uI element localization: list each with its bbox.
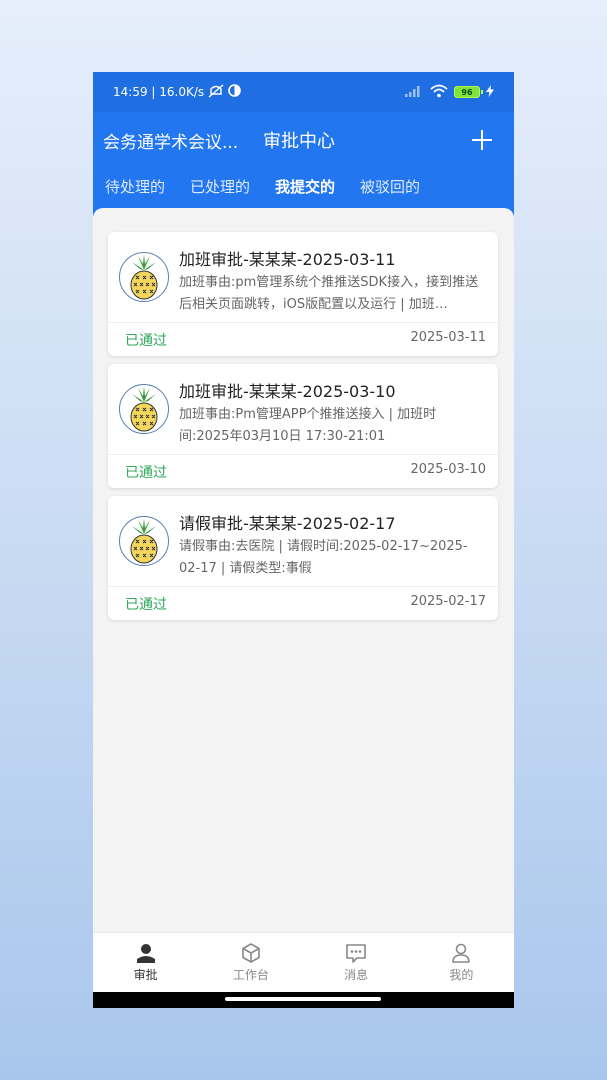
- card-date: 2025-03-11: [410, 330, 486, 345]
- status-bar: 14:59 | 16.0K/s 96: [93, 72, 514, 112]
- status-badge: 已通过: [125, 597, 167, 613]
- person-icon: [136, 944, 155, 963]
- nav-messages-label: 消息: [344, 968, 369, 982]
- card-divider: [108, 454, 498, 455]
- home-indicator-bar: [93, 992, 514, 1008]
- nav-messages[interactable]: 消息: [304, 933, 409, 992]
- app-name[interactable]: 会务通学术会议...: [103, 128, 253, 153]
- tab-submitted[interactable]: 我提交的: [275, 168, 335, 197]
- tab-processed[interactable]: 已处理的: [190, 168, 250, 197]
- message-icon: [346, 944, 366, 963]
- approval-card[interactable]: 加班审批-某某某-2025-03-10 加班事由:Pm管理APP个推推送接入 |…: [108, 364, 498, 488]
- phone-screen: 14:59 | 16.0K/s 96 会务通学术会议... 审批中心 待处理的 …: [93, 72, 514, 1008]
- user-icon: [452, 943, 471, 963]
- card-divider: [108, 586, 498, 587]
- nav-workbench[interactable]: 工作台: [198, 933, 303, 992]
- charging-icon: [486, 84, 494, 100]
- card-description: 加班事由:pm管理系统个推推送SDK接入，接到推送后相关页面跳转，iOS版配置以…: [179, 275, 479, 312]
- card-divider: [108, 322, 498, 323]
- home-indicator[interactable]: [225, 997, 381, 1001]
- pineapple-avatar-icon: [119, 384, 169, 434]
- battery-icon: 96: [454, 86, 483, 98]
- tab-pending[interactable]: 待处理的: [105, 168, 165, 197]
- status-time: 14:59 | 16.0K/s: [113, 85, 205, 99]
- app-notify-icon: [228, 84, 241, 100]
- app-header: 会务通学术会议... 审批中心: [93, 112, 514, 168]
- pineapple-avatar-icon: [119, 252, 169, 302]
- mute-icon: [208, 83, 224, 101]
- approval-card[interactable]: 加班审批-某某某-2025-03-11 加班事由:pm管理系统个推推送SDK接入…: [108, 232, 498, 356]
- approval-list: 加班审批-某某某-2025-03-11 加班事由:pm管理系统个推推送SDK接入…: [93, 208, 514, 932]
- card-title: 加班审批-某某某-2025-03-11: [179, 250, 396, 269]
- card-date: 2025-03-10: [410, 462, 486, 477]
- nav-approval-label: 审批: [133, 968, 158, 982]
- card-description: 加班事由:Pm管理APP个推推送接入 | 加班时间:2025年03月10日 17…: [179, 407, 437, 444]
- card-date: 2025-02-17: [410, 594, 486, 609]
- tab-rejected[interactable]: 被驳回的: [360, 168, 420, 197]
- add-button[interactable]: [470, 128, 494, 152]
- card-title: 加班审批-某某某-2025-03-10: [179, 382, 396, 401]
- wifi-icon: [430, 84, 448, 101]
- nav-workbench-label: 工作台: [232, 968, 269, 982]
- bottom-nav: 审批 工作台 消息 我的: [93, 932, 514, 992]
- cube-icon: [242, 943, 260, 963]
- approval-card[interactable]: 请假审批-某某某-2025-02-17 请假事由:去医院 | 请假时间:2025…: [108, 496, 498, 620]
- nav-mine-label: 我的: [449, 968, 474, 982]
- nav-approval[interactable]: 审批: [93, 933, 198, 992]
- page-title: 审批中心: [263, 131, 335, 152]
- nav-mine[interactable]: 我的: [409, 933, 514, 992]
- pineapple-avatar-icon: [119, 516, 169, 566]
- status-badge: 已通过: [125, 465, 167, 481]
- card-description: 请假事由:去医院 | 请假时间:2025-02-17~2025-02-17 | …: [179, 539, 468, 576]
- signal-icon: [404, 85, 424, 100]
- card-title: 请假审批-某某某-2025-02-17: [179, 514, 396, 533]
- status-badge: 已通过: [125, 333, 167, 349]
